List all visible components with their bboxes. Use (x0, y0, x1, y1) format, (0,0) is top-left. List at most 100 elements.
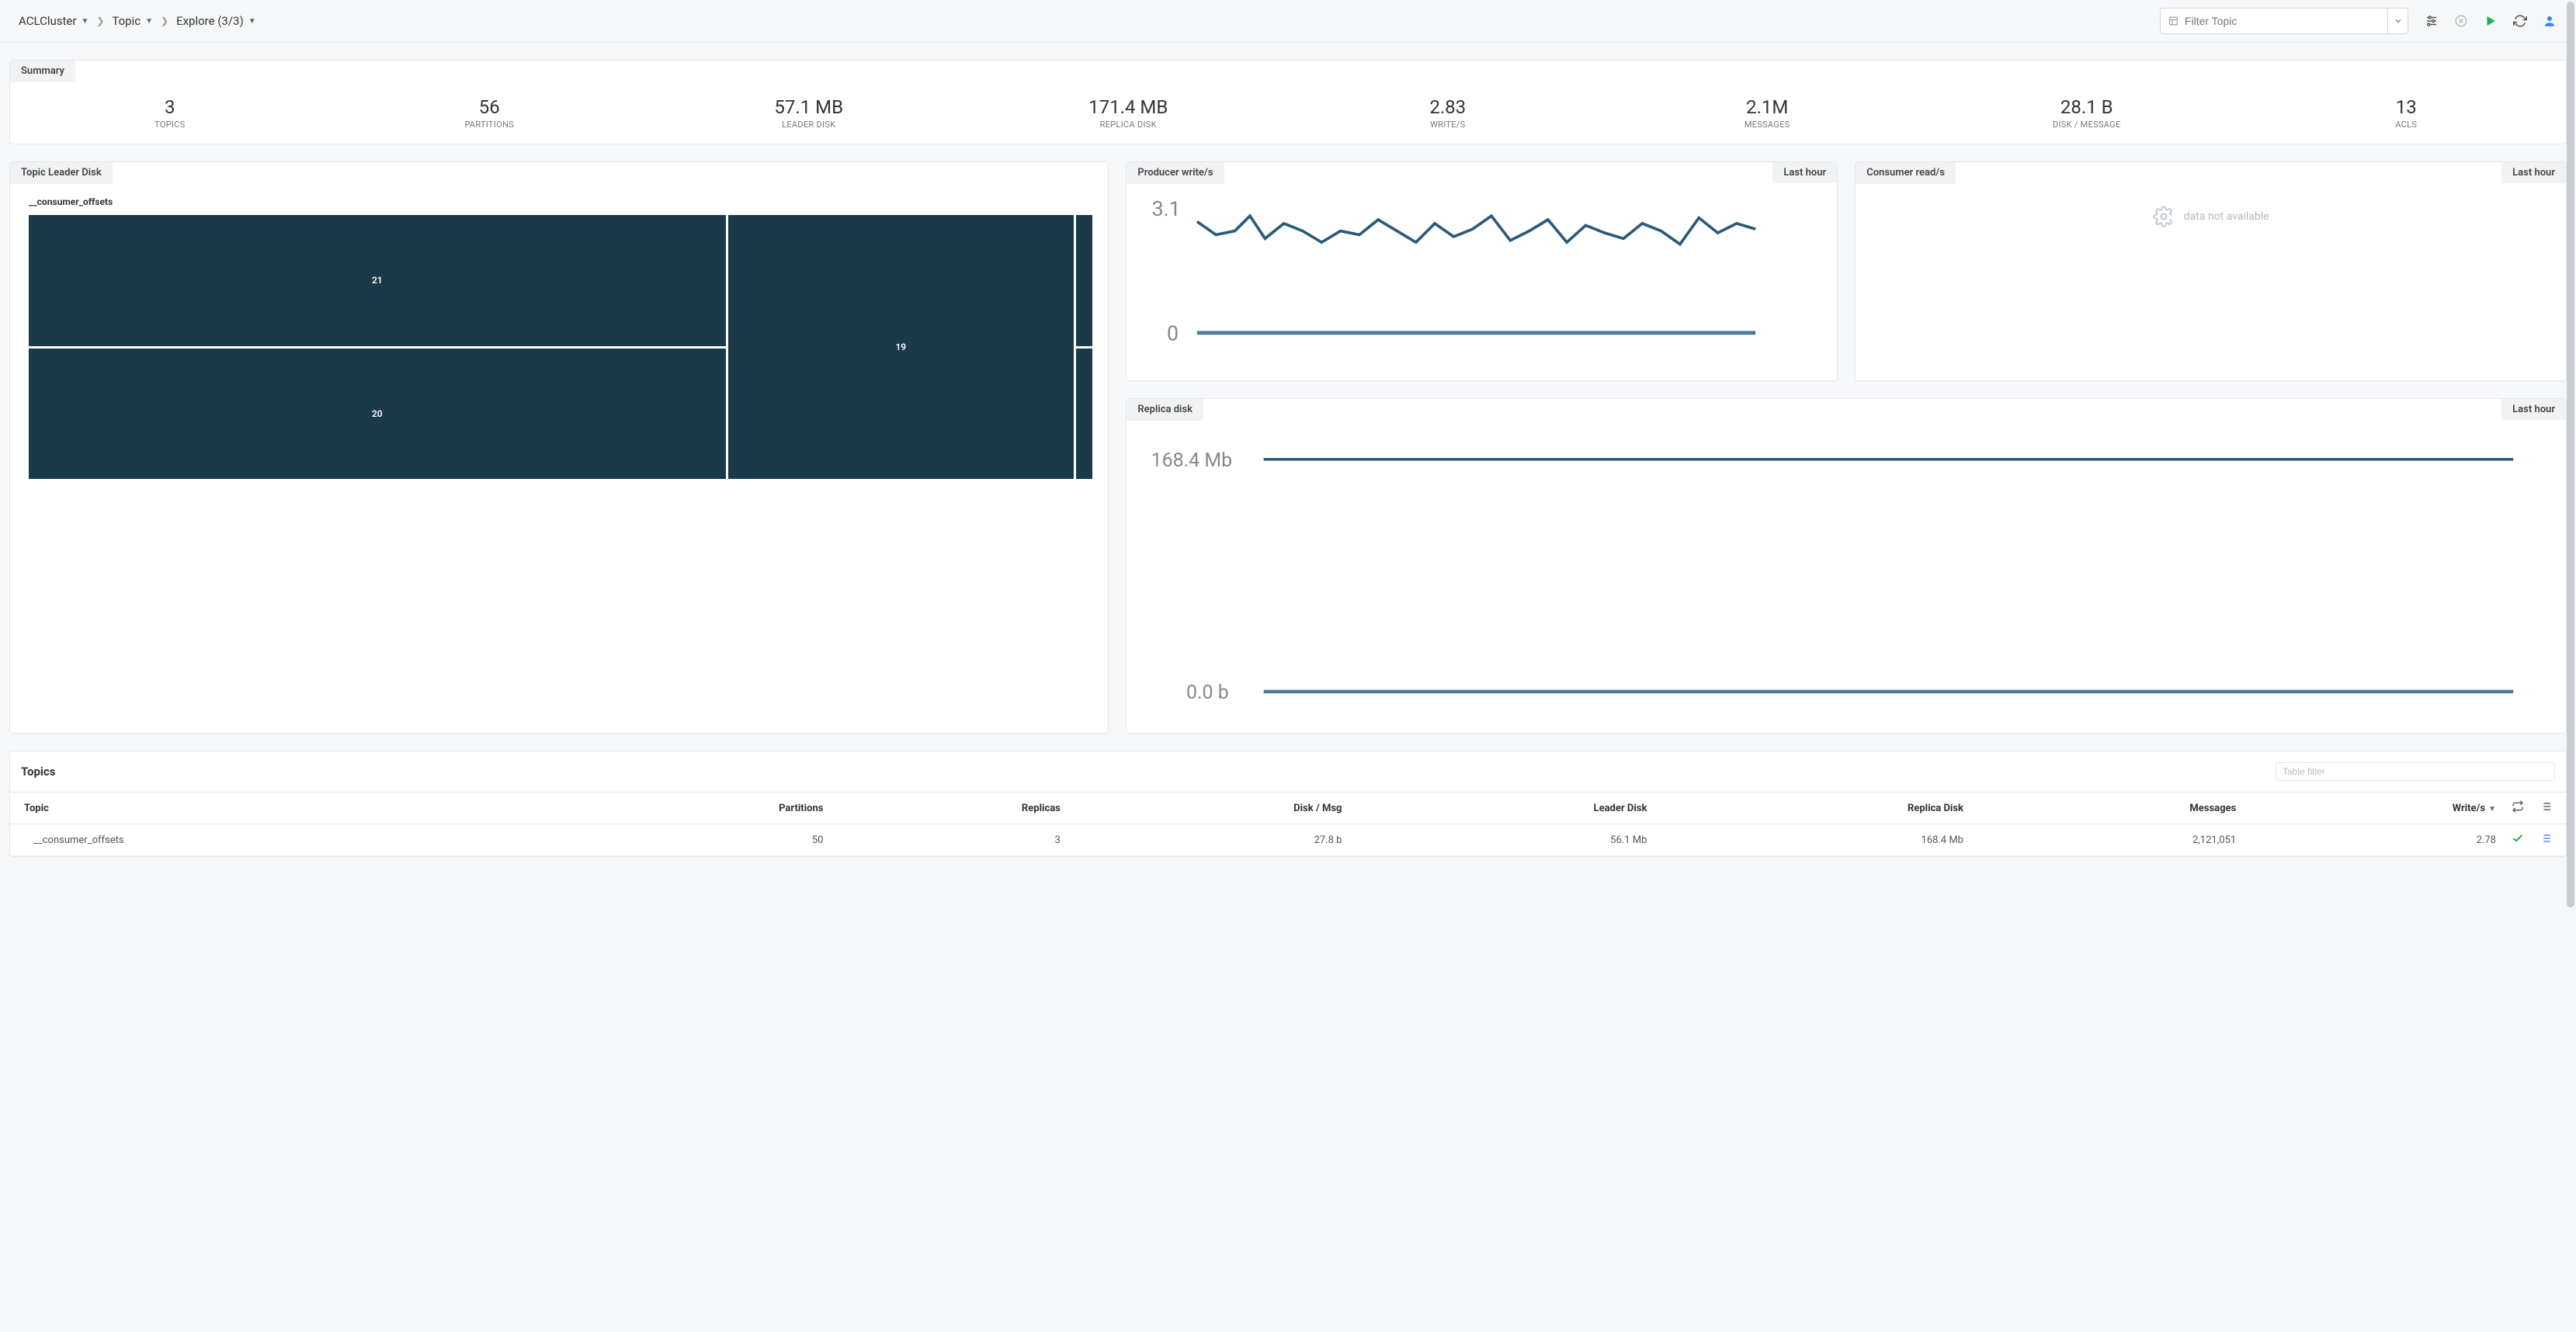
cell-replicas: 3 (829, 824, 1066, 856)
treemap-cell-21-label: 21 (372, 275, 383, 286)
list-icon (2540, 800, 2552, 813)
col-list[interactable] (2533, 793, 2566, 824)
producer-range-button[interactable]: Last hour (1772, 162, 1837, 183)
table-row[interactable]: __consumer_offsets 50 3 27.8 b 56.1 Mb 1… (10, 824, 2566, 856)
summary-leader-disk-value: 57.1 MB (649, 96, 969, 118)
consumer-empty-state: data not available (1856, 162, 2566, 271)
producer-panel: Producer write/s Last hour 3.1 0 (1126, 161, 1838, 381)
cell-partitions: 50 (566, 824, 830, 856)
treemap[interactable]: 21 20 19 (29, 215, 1092, 479)
summary-disk-message-value: 28.1 B (1927, 96, 2247, 118)
breadcrumb-cluster[interactable]: ACLCluster ▼ (19, 14, 89, 28)
col-topic[interactable]: Topic (10, 793, 566, 824)
summary-messages-value: 2.1M (1608, 96, 1928, 118)
summary-writes-label: WRITE/S (1288, 120, 1608, 130)
summary-partitions: 56 PARTITIONS (330, 96, 650, 130)
settings-sliders-button[interactable] (2424, 13, 2439, 29)
scrollbar[interactable] (2565, 0, 2576, 1332)
chevron-right-icon: ❯ (161, 16, 168, 26)
treemap-cell-19-label: 19 (895, 342, 906, 352)
check-icon (2512, 832, 2524, 845)
cell-writes: 2.78 (2242, 824, 2502, 856)
consumer-range-button[interactable]: Last hour (2501, 162, 2566, 183)
replica-ymin: 0.0 b (1186, 682, 1229, 704)
play-icon (2484, 14, 2498, 28)
refresh-button[interactable] (2512, 13, 2528, 29)
filter-topic-main[interactable] (2161, 15, 2387, 27)
user-button[interactable] (2542, 13, 2557, 29)
sliders-icon (2425, 14, 2439, 28)
col-leader[interactable]: Leader Disk (1348, 793, 1653, 824)
consumer-panel: Consumer read/s Last hour data not avail… (1855, 161, 2567, 381)
col-writes[interactable]: Write/s▼ (2242, 793, 2502, 824)
treemap-cell-20[interactable]: 20 (29, 349, 726, 480)
chevron-down-icon: ▼ (81, 17, 89, 26)
play-button[interactable] (2483, 13, 2498, 29)
summary-writes: 2.83 WRITE/S (1288, 96, 1608, 130)
summary-leader-disk: 57.1 MB LEADER DISK (649, 96, 969, 130)
cell-replica: 168.4 Mb (1653, 824, 1970, 856)
summary-leader-disk-label: LEADER DISK (649, 120, 969, 130)
list-icon (2540, 832, 2552, 845)
summary-writes-value: 2.83 (1288, 96, 1608, 118)
cell-topic: __consumer_offsets (10, 824, 566, 856)
chevron-right-icon: ❯ (96, 16, 104, 26)
treemap-cell-19[interactable]: 19 (728, 215, 1074, 479)
table-filter-input[interactable] (2276, 762, 2555, 781)
topbar: ACLCluster ▼ ❯ Topic ▼ ❯ Explore (3/3) ▼ (0, 0, 2576, 43)
treemap-cell-small-1[interactable] (1076, 215, 1092, 346)
producer-title-tab: Producer write/s (1127, 162, 1224, 184)
chevron-down-icon: ▼ (145, 17, 153, 26)
summary-topics-value: 3 (10, 96, 330, 118)
filter-topic-input[interactable] (2185, 15, 2380, 27)
replica-chart-svg: 168.4 Mb 0.0 b (1140, 435, 2549, 716)
topics-title: Topics (21, 765, 2276, 779)
breadcrumb-cluster-label: ACLCluster (19, 14, 76, 28)
refresh-icon (2513, 14, 2527, 28)
consumer-empty-text: data not available (2184, 210, 2269, 223)
producer-chart: 3.1 0 (1127, 162, 1837, 374)
cell-leader: 56.1 Mb (1348, 824, 1653, 856)
summary-replica-disk-label: REPLICA DISK (969, 120, 1289, 130)
cell-status (2502, 824, 2533, 856)
col-messages[interactable]: Messages (1970, 793, 2242, 824)
col-diskmsg[interactable]: Disk / Msg (1067, 793, 1349, 824)
breadcrumb-section[interactable]: Topic ▼ (112, 14, 153, 28)
treemap-cell-20-label: 20 (372, 408, 383, 419)
layout-icon (2168, 16, 2178, 26)
cell-actions[interactable] (2533, 824, 2566, 856)
breadcrumb-page-label: Explore (3/3) (176, 14, 244, 28)
filter-topic-dropdown[interactable] (2387, 9, 2408, 33)
treemap-cell-21[interactable]: 21 (29, 215, 726, 346)
col-swap[interactable] (2502, 793, 2533, 824)
cell-diskmsg: 27.8 b (1067, 824, 1349, 856)
summary-disk-message-label: DISK / MESSAGE (1927, 120, 2247, 130)
replica-panel: Replica disk Last hour 168.4 Mb 0.0 b (1126, 398, 2567, 734)
summary-replica-disk: 171.4 MB REPLICA DISK (969, 96, 1289, 130)
summary-acls: 13 ACLS (2247, 96, 2567, 130)
treemap-topic-label: __consumer_offsets (29, 196, 1092, 207)
summary-tab: Summary (10, 61, 75, 82)
swap-icon (2512, 800, 2524, 813)
breadcrumb: ACLCluster ▼ ❯ Topic ▼ ❯ Explore (3/3) ▼ (19, 14, 2154, 28)
breadcrumb-section-label: Topic (112, 14, 141, 28)
treemap-cell-small-2[interactable] (1076, 349, 1092, 480)
producer-ymax: 3.1 (1152, 196, 1181, 221)
filter-topic-box (2160, 8, 2408, 34)
breadcrumb-page[interactable]: Explore (3/3) ▼ (176, 14, 256, 28)
summary-disk-message: 28.1 B DISK / MESSAGE (1927, 96, 2247, 130)
clear-button[interactable] (2453, 13, 2469, 29)
replica-range-button[interactable]: Last hour (2501, 399, 2566, 420)
topics-header-row: Topic Partitions Replicas Disk / Msg Lea… (10, 793, 2566, 824)
sort-desc-icon: ▼ (2488, 805, 2496, 813)
chevron-down-icon: ▼ (248, 17, 256, 26)
col-partitions[interactable]: Partitions (566, 793, 830, 824)
summary-replica-disk-value: 171.4 MB (969, 96, 1289, 118)
col-replica[interactable]: Replica Disk (1653, 793, 1970, 824)
topics-table: Topic Partitions Replicas Disk / Msg Lea… (10, 792, 2566, 856)
summary-partitions-value: 56 (330, 96, 650, 118)
summary-row: 3 TOPICS 56 PARTITIONS 57.1 MB LEADER DI… (10, 82, 2566, 144)
summary-messages: 2.1M MESSAGES (1608, 96, 1928, 130)
col-replicas[interactable]: Replicas (829, 793, 1066, 824)
scrollbar-thumb[interactable] (2567, 2, 2574, 907)
